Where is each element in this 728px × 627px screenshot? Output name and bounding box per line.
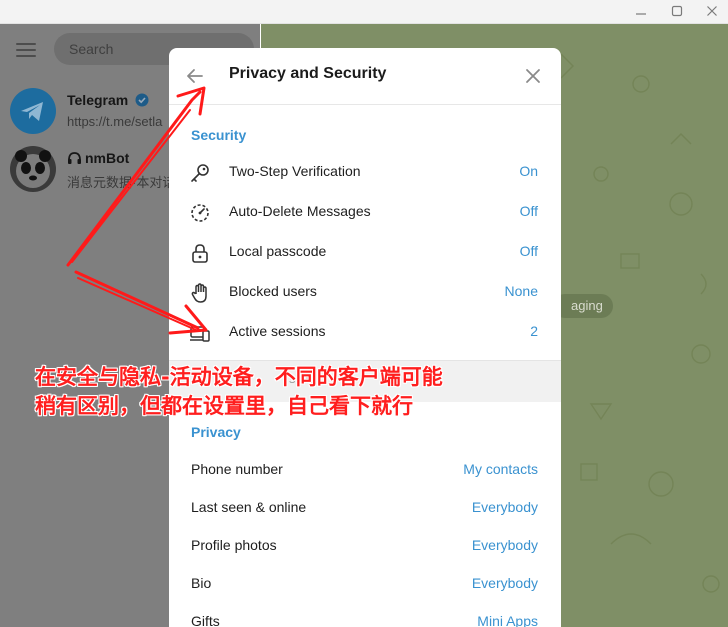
headphones-icon [68, 152, 81, 164]
hand-stop-icon [189, 282, 211, 304]
annotation-text: 在安全与隐私-活动设备，不同的客户端可能 稍有区别，但都在设置里，自己看下就行 [35, 363, 535, 421]
row-value: Off [519, 243, 538, 259]
key-icon [189, 162, 211, 184]
row-value: On [519, 163, 538, 179]
close-window-icon[interactable] [704, 3, 720, 19]
menu-icon[interactable] [16, 43, 36, 57]
annotation-line-2: 稍有区别，但都在设置里，自己看下就行 [35, 394, 413, 418]
row-label: Local passcode [229, 243, 327, 259]
row-value: Everybody [471, 537, 538, 553]
row-value: 2 [530, 323, 538, 339]
row-profile-photos[interactable]: Profile photos Everybody [169, 526, 561, 566]
devices-icon [189, 322, 211, 344]
row-label: Two-Step Verification [229, 163, 361, 179]
dialog-title: Privacy and Security [229, 65, 387, 82]
security-section-title: Security [191, 127, 247, 143]
row-local-passcode[interactable]: Local passcode Off [169, 232, 561, 272]
row-auto-delete-messages[interactable]: Auto-Delete Messages Off [169, 192, 561, 232]
row-label: Active sessions [229, 323, 326, 339]
row-bio[interactable]: Bio Everybody [169, 564, 561, 604]
row-value: Everybody [471, 575, 538, 591]
row-value: Mini Apps [477, 613, 538, 627]
service-message-pill: aging [553, 294, 613, 318]
row-two-step-verification[interactable]: Two-Step Verification On [169, 152, 561, 192]
window-titlebar [0, 0, 728, 24]
back-arrow-icon[interactable] [183, 64, 207, 88]
timer-icon [189, 202, 211, 224]
row-gifts[interactable]: Gifts Mini Apps [169, 602, 561, 627]
telegram-avatar [10, 88, 56, 134]
dialog-header: Privacy and Security [169, 48, 561, 105]
row-active-sessions[interactable]: Active sessions 2 [169, 312, 561, 352]
row-label: Phone number [191, 461, 283, 477]
panda-icon [10, 146, 56, 192]
row-blocked-users[interactable]: Blocked users None [169, 272, 561, 312]
row-value: Off [519, 203, 538, 219]
row-label: Blocked users [229, 283, 317, 299]
telegram-plane-icon [21, 102, 43, 121]
row-label: Auto-Delete Messages [229, 203, 371, 219]
row-value: Everybody [471, 499, 538, 515]
row-last-seen-online[interactable]: Last seen & online Everybody [169, 488, 561, 528]
maximize-icon[interactable] [669, 3, 685, 19]
row-label: Profile photos [191, 537, 277, 553]
row-label: Gifts [191, 613, 220, 627]
annotation-line-1: 在安全与隐私-活动设备，不同的客户端可能 [35, 365, 443, 389]
chat-name: nmBot [67, 150, 129, 166]
lock-icon [189, 242, 211, 264]
row-value: None [504, 283, 538, 299]
row-phone-number[interactable]: Phone number My contacts [169, 450, 561, 490]
row-value: My contacts [463, 461, 538, 477]
chat-preview: 消息元数据·本对话 [67, 175, 176, 190]
privacy-security-dialog: Privacy and Security Security Two-Step V… [169, 48, 561, 627]
row-label: Last seen & online [191, 499, 307, 515]
row-label: Bio [191, 575, 212, 591]
chat-name: Telegram [67, 92, 149, 108]
privacy-section-title: Privacy [191, 424, 241, 440]
verified-badge-icon [135, 93, 149, 107]
minimize-icon[interactable] [633, 3, 649, 19]
chat-preview: https://t.me/setla [67, 114, 163, 129]
close-icon[interactable] [521, 64, 545, 88]
